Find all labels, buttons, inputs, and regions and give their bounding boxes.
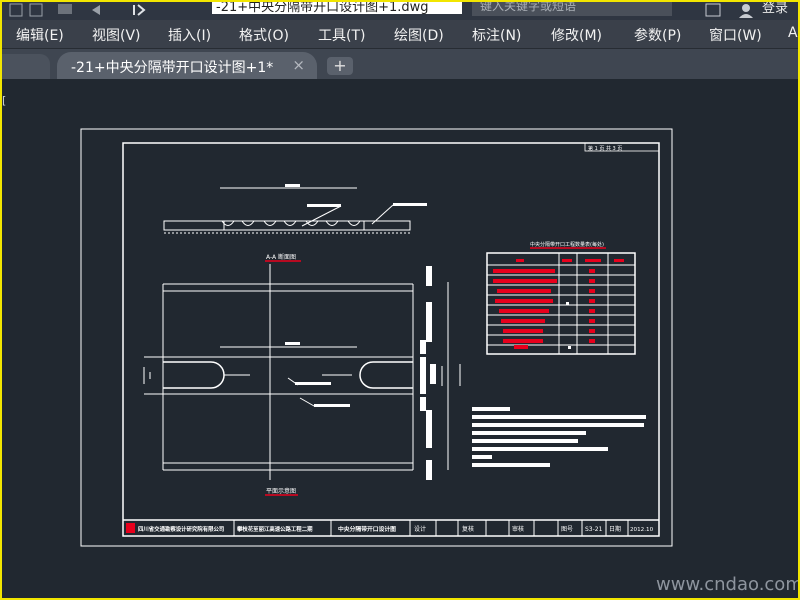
file-tab-bar: -21+中央分隔带开口设计图+1* × +: [2, 49, 798, 79]
title-block: 四川省交通勘察设计研究院有限公司 攀枝花至丽江高速公路工程二期 中央分隔带开口设…: [123, 519, 659, 536]
new-tab-button[interactable]: +: [327, 57, 353, 75]
date-label: 日期: [609, 525, 621, 533]
info-center-icon[interactable]: [705, 3, 721, 17]
menu-insert[interactable]: 插入(I): [168, 25, 211, 45]
search-input[interactable]: 键入关键字或短语: [480, 2, 576, 14]
company-name: 四川省交通勘察设计研究院有限公司: [138, 525, 224, 533]
menu-format[interactable]: 格式(O): [239, 25, 289, 45]
open-file-icon[interactable]: [29, 3, 43, 17]
plan-title: 平面示意图: [266, 487, 296, 495]
drawing-name: 中央分隔带开口设计图: [338, 525, 396, 533]
quantity-table: 中央分隔带开口工程数量表(每处): [486, 241, 636, 355]
review-label: 复核: [462, 525, 474, 533]
section-title: A-A 断面图: [266, 253, 296, 261]
new-file-icon[interactable]: [9, 3, 23, 17]
menu-bar: 编辑(E) 视图(V) 插入(I) 格式(O) 工具(T) 绘图(D) 标注(N…: [2, 20, 798, 49]
menu-dimension[interactable]: 标注(N): [472, 25, 521, 45]
save-icon[interactable]: [58, 4, 72, 14]
window-title: -21+中央分隔带开口设计图+1.dwg: [216, 0, 429, 15]
plan-view: 平面示意图: [143, 264, 461, 496]
tab-drawing-label: -21+中央分隔带开口设计图+1*: [71, 60, 274, 76]
project-name: 攀枝花至丽江高速公路工程二期: [236, 525, 313, 533]
title-bar: -21+中央分隔带开口设计图+1.dwg 键入关键字或短语 登录: [2, 2, 798, 20]
expand-icon[interactable]: [133, 4, 146, 16]
menu-view[interactable]: 视图(V): [92, 25, 141, 45]
approve-label: 审核: [512, 525, 524, 533]
app-window: -21+中央分隔带开口设计图+1.dwg 键入关键字或短语 登录 编辑(E) 视…: [0, 0, 800, 600]
table-title: 中央分隔带开口工程数量表(每处): [530, 241, 604, 248]
design-label: 设计: [414, 525, 426, 533]
cad-drawing: 第 1 页 共 3 页 A-A 断面图 平面示意图 中央分隔带开口工程数量表(每…: [80, 128, 798, 595]
menu-parametric[interactable]: 参数(P): [634, 25, 681, 45]
tab-drawing[interactable]: -21+中央分隔带开口设计图+1* ×: [57, 52, 317, 79]
start-tab[interactable]: [2, 54, 50, 79]
menu-modify[interactable]: 修改(M): [551, 25, 602, 45]
paper-border: [80, 128, 673, 547]
drawing-frame: [122, 142, 660, 537]
user-icon[interactable]: [742, 4, 750, 12]
menu-draw[interactable]: 绘图(D): [394, 25, 444, 45]
undo-icon[interactable]: [92, 5, 100, 15]
menu-window[interactable]: 窗口(W): [709, 25, 762, 45]
section-view: A-A 断面图: [163, 184, 427, 262]
close-icon[interactable]: ×: [292, 56, 305, 74]
login-button[interactable]: 登录: [762, 2, 788, 16]
date-value: 2012.10: [630, 527, 654, 533]
drawing-canvas[interactable]: [ 第 1 页 共 3 页 A-A 断面图 平面示意图 中央分隔带开口工程数量表…: [2, 80, 798, 598]
sheet-header: 第 1 页 共 3 页: [588, 145, 622, 152]
menu-edit[interactable]: 编辑(E): [16, 25, 64, 45]
menu-more[interactable]: A: [788, 25, 798, 41]
notes-block: [472, 407, 646, 467]
watermark: www.cndao.com: [656, 574, 798, 595]
company-logo: [126, 523, 135, 533]
menu-tools[interactable]: 工具(T): [318, 25, 365, 45]
drawing-no: S3-21: [585, 526, 603, 533]
drawing-no-label: 图号: [561, 526, 573, 533]
